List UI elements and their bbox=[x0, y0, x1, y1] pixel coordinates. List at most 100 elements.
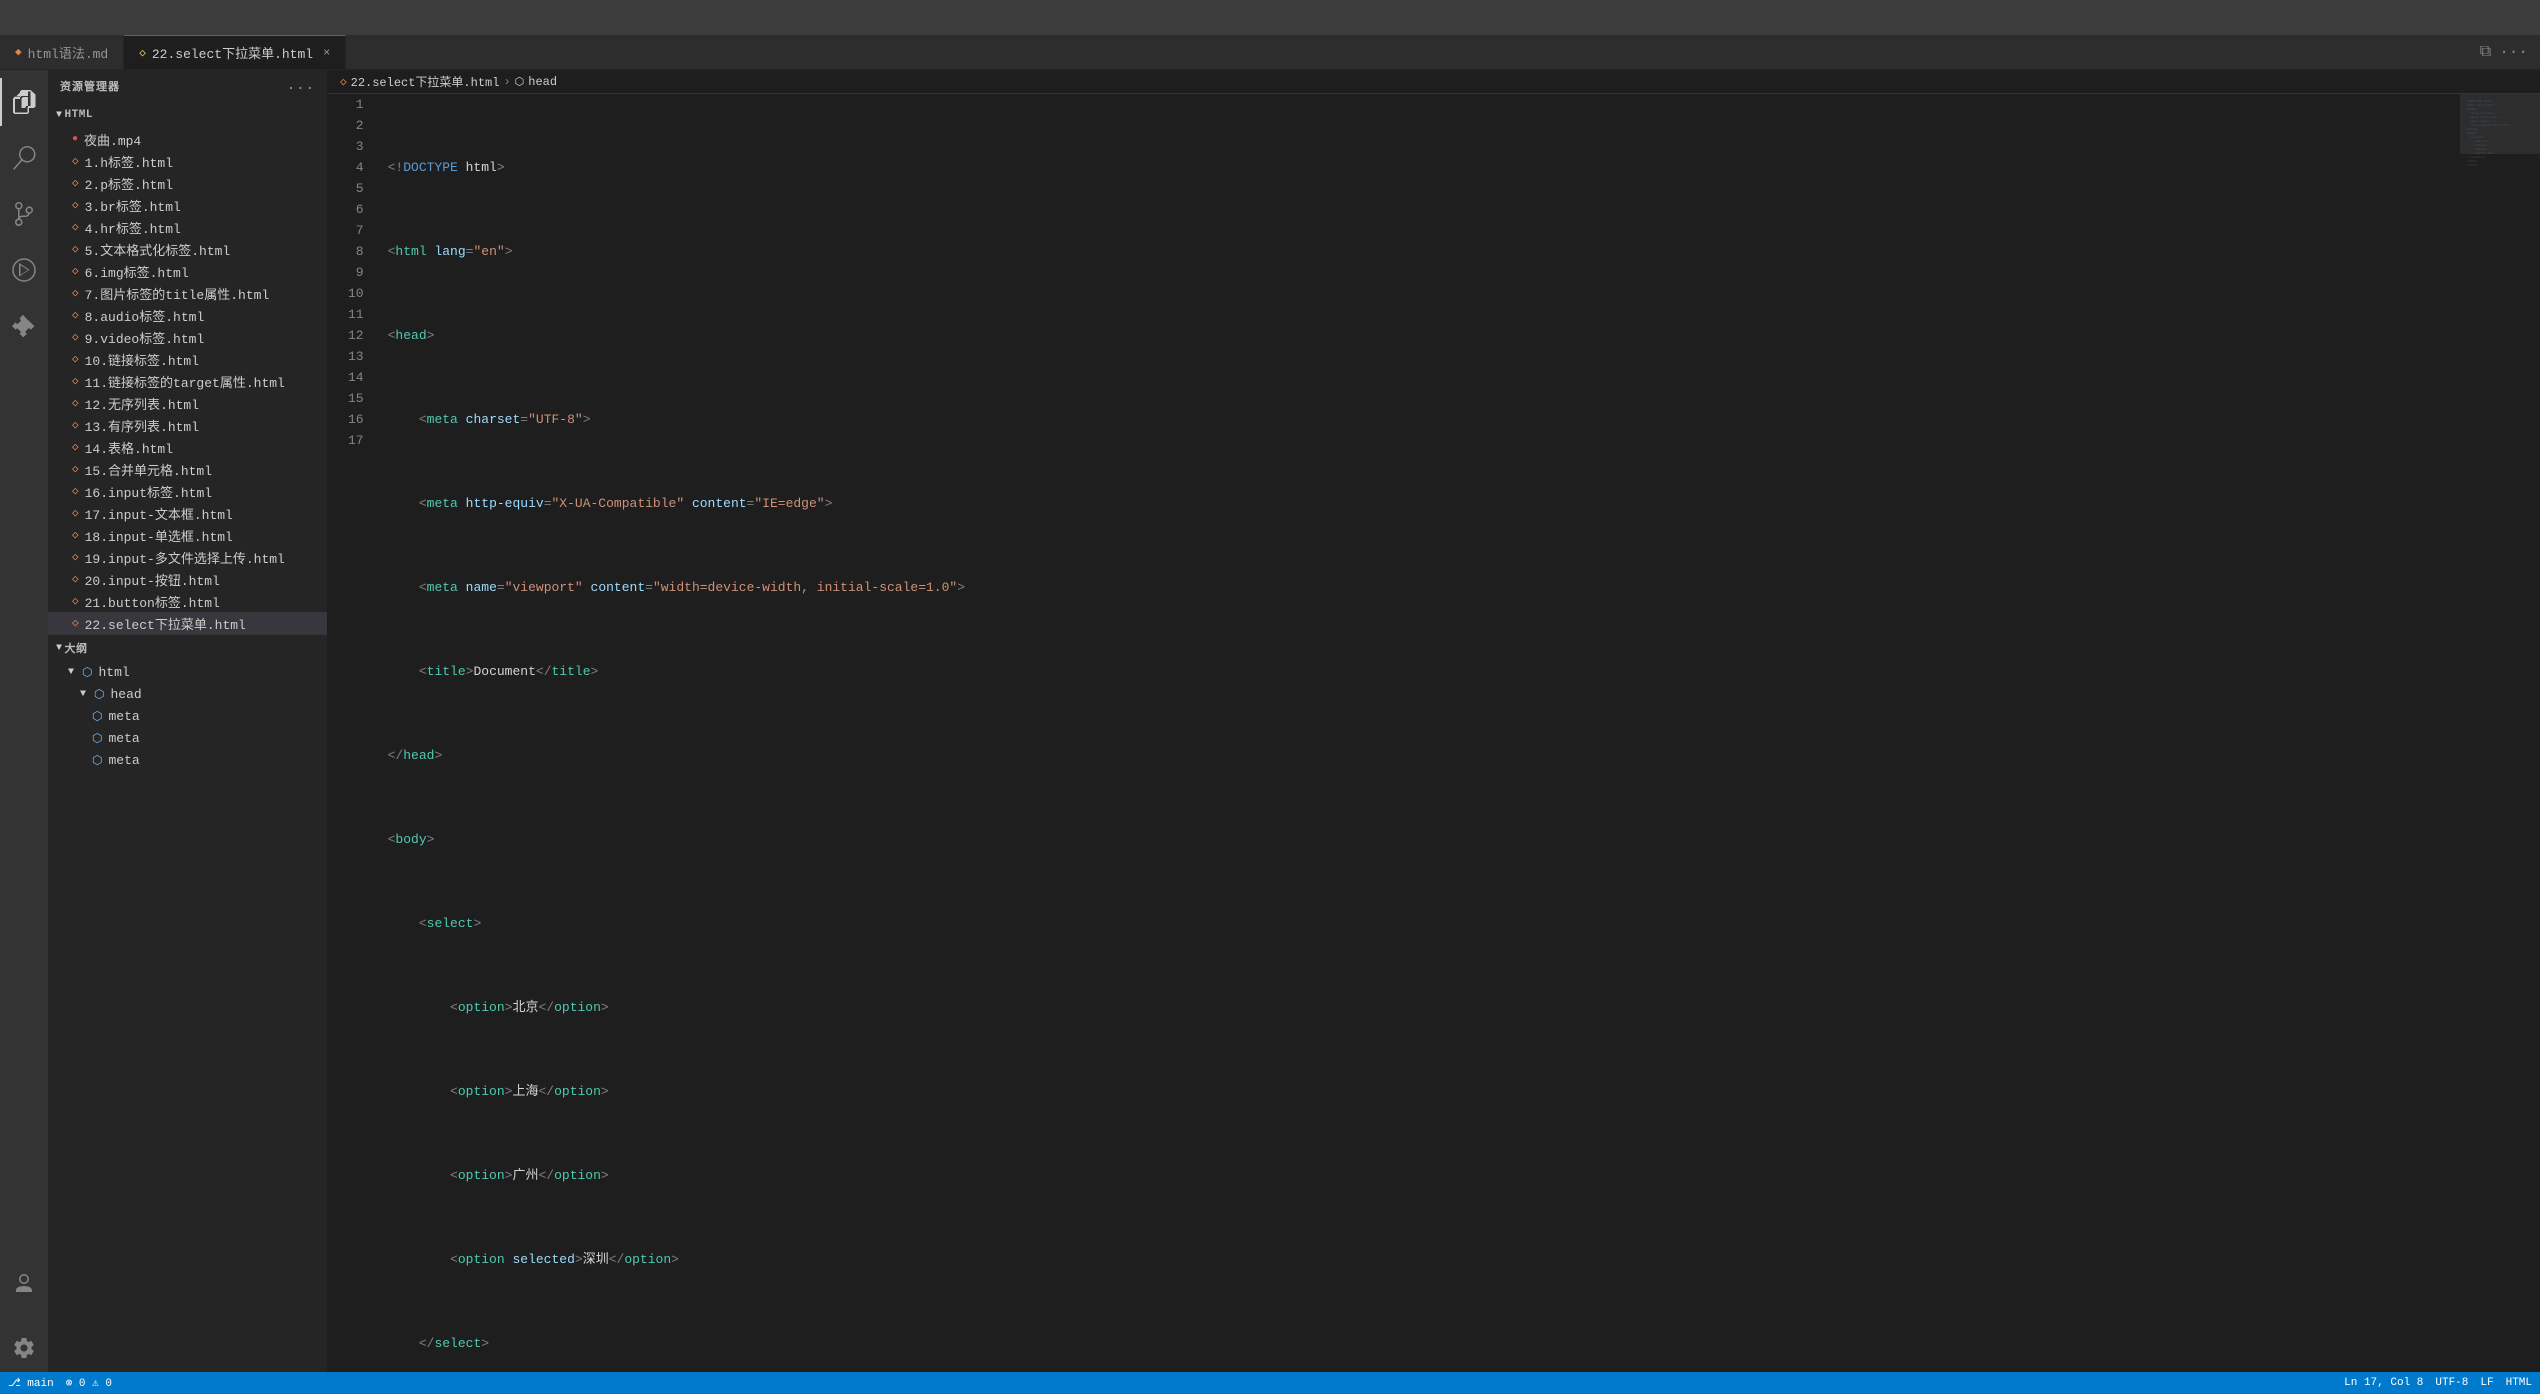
file-item-18[interactable]: ◇ 18.input-单选框.html bbox=[48, 524, 327, 546]
activity-extensions[interactable] bbox=[0, 302, 48, 350]
status-branch[interactable]: ⎇ main bbox=[8, 1376, 54, 1390]
file-item-9[interactable]: ◇ 9.video标签.html bbox=[48, 326, 327, 348]
tab-html-grammar[interactable]: ◆ html语法.md bbox=[0, 35, 124, 69]
file-item-15[interactable]: ◇ 15.合并单元格.html bbox=[48, 458, 327, 480]
file-item-3[interactable]: ◇ 3.br标签.html bbox=[48, 194, 327, 216]
sidebar: 资源管理器 ... ▼ HTML ● 夜曲.mp4 ◇ 1.h标签.html bbox=[48, 70, 328, 1372]
file-icon-1: ◇ bbox=[72, 154, 79, 168]
line-num-4: 4 bbox=[348, 157, 364, 178]
file-label-20: 20.input-按钮.html bbox=[85, 570, 220, 589]
line-num-10: 10 bbox=[348, 283, 364, 304]
outline-meta-2-label: meta bbox=[108, 731, 139, 746]
line-num-6: 6 bbox=[348, 199, 364, 220]
tab-close-button[interactable]: × bbox=[323, 46, 330, 60]
code-content[interactable]: <!DOCTYPE html> <html lang="en"> <head> … bbox=[380, 94, 2460, 1372]
file-label-8: 8.audio标签.html bbox=[85, 306, 205, 325]
outline-meta-1-icon: ⬡ bbox=[92, 709, 102, 724]
line-num-14: 14 bbox=[348, 367, 364, 388]
line-num-2: 2 bbox=[348, 115, 364, 136]
file-item-21[interactable]: ◇ 21.button标签.html bbox=[48, 590, 327, 612]
breadcrumb-section[interactable]: head bbox=[528, 75, 557, 89]
file-icon-21: ◇ bbox=[72, 594, 79, 608]
explorer-more-button[interactable]: ... bbox=[287, 78, 315, 94]
file-item-2[interactable]: ◇ 2.p标签.html bbox=[48, 172, 327, 194]
file-item-5[interactable]: ◇ 5.文本格式化标签.html bbox=[48, 238, 327, 260]
file-item-13[interactable]: ◇ 13.有序列表.html bbox=[48, 414, 327, 436]
code-editor[interactable]: 1 2 3 4 5 6 7 8 9 10 11 12 13 14 15 16 1… bbox=[328, 94, 2540, 1372]
outline-html-chevron: ▼ bbox=[68, 667, 74, 678]
outline-meta-1[interactable]: ⬡ meta bbox=[48, 705, 327, 727]
outline-meta-1-label: meta bbox=[108, 709, 139, 724]
line-num-12: 12 bbox=[348, 325, 364, 346]
code-line-13: <option>广州</option> bbox=[388, 1165, 2460, 1186]
file-item-20[interactable]: ◇ 20.input-按钮.html bbox=[48, 568, 327, 590]
file-item-4[interactable]: ◇ 4.hr标签.html bbox=[48, 216, 327, 238]
file-item-1[interactable]: ◇ 1.h标签.html bbox=[48, 150, 327, 172]
tab-label-active: 22.select下拉菜单.html bbox=[152, 43, 313, 62]
line-num-16: 16 bbox=[348, 409, 364, 430]
file-label-10: 10.链接标签.html bbox=[85, 350, 199, 369]
status-bar: ⎇ main ⊗ 0 ⚠ 0 Ln 17, Col 8 UTF-8 LF HTM… bbox=[0, 1372, 2540, 1394]
file-item-16[interactable]: ◇ 16.input标签.html bbox=[48, 480, 327, 502]
status-language[interactable]: HTML bbox=[2506, 1377, 2532, 1389]
folder-label: HTML bbox=[65, 109, 93, 121]
file-item-14[interactable]: ◇ 14.表格.html bbox=[48, 436, 327, 458]
outline-meta-3-label: meta bbox=[108, 753, 139, 768]
file-item-7[interactable]: ◇ 7.图片标签的title属性.html bbox=[48, 282, 327, 304]
sidebar-header-icons: ... bbox=[287, 78, 315, 94]
file-item-10[interactable]: ◇ 10.链接标签.html bbox=[48, 348, 327, 370]
file-item-22[interactable]: ◇ 22.select下拉菜单.html bbox=[48, 612, 327, 634]
more-actions-button[interactable]: ··· bbox=[2499, 43, 2528, 61]
activity-account[interactable] bbox=[0, 1260, 48, 1308]
breadcrumb-file[interactable]: 22.select下拉菜单.html bbox=[351, 73, 500, 90]
file-item-11[interactable]: ◇ 11.链接标签的target属性.html bbox=[48, 370, 327, 392]
file-icon-11: ◇ bbox=[72, 374, 79, 388]
tab-icon-orange: ◆ bbox=[15, 45, 22, 59]
outline-meta-3[interactable]: ⬡ meta bbox=[48, 749, 327, 771]
outline-head-chevron: ▼ bbox=[80, 689, 86, 700]
activity-run[interactable] bbox=[0, 246, 48, 294]
file-item-0[interactable]: ● 夜曲.mp4 bbox=[48, 128, 327, 150]
minimap: <!DOCTYPE html> <html lang="en"> <head> … bbox=[2460, 94, 2540, 1372]
title-bar bbox=[0, 0, 2540, 35]
status-position[interactable]: Ln 17, Col 8 bbox=[2344, 1377, 2423, 1389]
folder-chevron: ▼ bbox=[56, 110, 63, 121]
tab-bar: ◆ html语法.md ◇ 22.select下拉菜单.html × ⧉ ··· bbox=[0, 35, 2540, 70]
activity-settings[interactable] bbox=[0, 1324, 48, 1372]
code-line-9: <body> bbox=[388, 829, 2460, 850]
outline-header[interactable]: ▼ 大纲 bbox=[48, 635, 327, 661]
outline-head[interactable]: ▼ ⬡ head bbox=[48, 683, 327, 705]
status-encoding[interactable]: UTF-8 bbox=[2435, 1377, 2468, 1389]
file-item-8[interactable]: ◇ 8.audio标签.html bbox=[48, 304, 327, 326]
file-item-19[interactable]: ◇ 19.input-多文件选择上传.html bbox=[48, 546, 327, 568]
file-label-12: 12.无序列表.html bbox=[85, 394, 199, 413]
file-label-1: 1.h标签.html bbox=[85, 152, 173, 171]
activity-source-control[interactable] bbox=[0, 190, 48, 238]
status-errors[interactable]: ⊗ 0 ⚠ 0 bbox=[66, 1376, 112, 1390]
outline-meta-3-icon: ⬡ bbox=[92, 753, 102, 768]
file-item-6[interactable]: ◇ 6.img标签.html bbox=[48, 260, 327, 282]
status-line-ending[interactable]: LF bbox=[2480, 1377, 2493, 1389]
outline-section: ▼ 大纲 ▼ ⬡ html ▼ ⬡ head ⬡ meta bbox=[48, 634, 327, 771]
file-icon-3: ◇ bbox=[72, 198, 79, 212]
breadcrumb-section-icon: ⬡ bbox=[515, 75, 525, 89]
code-line-4: <meta charset="UTF-8"> bbox=[388, 409, 2460, 430]
tab-select[interactable]: ◇ 22.select下拉菜单.html × bbox=[124, 35, 346, 69]
outline-meta-2[interactable]: ⬡ meta bbox=[48, 727, 327, 749]
file-icon-22: ◇ bbox=[72, 616, 79, 630]
file-label-2: 2.p标签.html bbox=[85, 174, 173, 193]
file-label-6: 6.img标签.html bbox=[85, 262, 189, 281]
outline-html[interactable]: ▼ ⬡ html bbox=[48, 661, 327, 683]
file-item-12[interactable]: ◇ 12.无序列表.html bbox=[48, 392, 327, 414]
code-line-5: <meta http-equiv="X-UA-Compatible" conte… bbox=[388, 493, 2460, 514]
outline-meta-2-icon: ⬡ bbox=[92, 731, 102, 746]
line-num-7: 7 bbox=[348, 220, 364, 241]
folder-html[interactable]: ▼ HTML bbox=[48, 102, 327, 128]
activity-explorer[interactable] bbox=[0, 78, 48, 126]
split-editor-button[interactable]: ⧉ bbox=[2480, 43, 2491, 61]
file-label-4: 4.hr标签.html bbox=[85, 218, 181, 237]
file-item-17[interactable]: ◇ 17.input-文本框.html bbox=[48, 502, 327, 524]
file-icon-16: ◇ bbox=[72, 484, 79, 498]
activity-search[interactable] bbox=[0, 134, 48, 182]
file-tree: ▼ HTML ● 夜曲.mp4 ◇ 1.h标签.html ◇ 2.p标签.htm… bbox=[48, 102, 327, 1372]
